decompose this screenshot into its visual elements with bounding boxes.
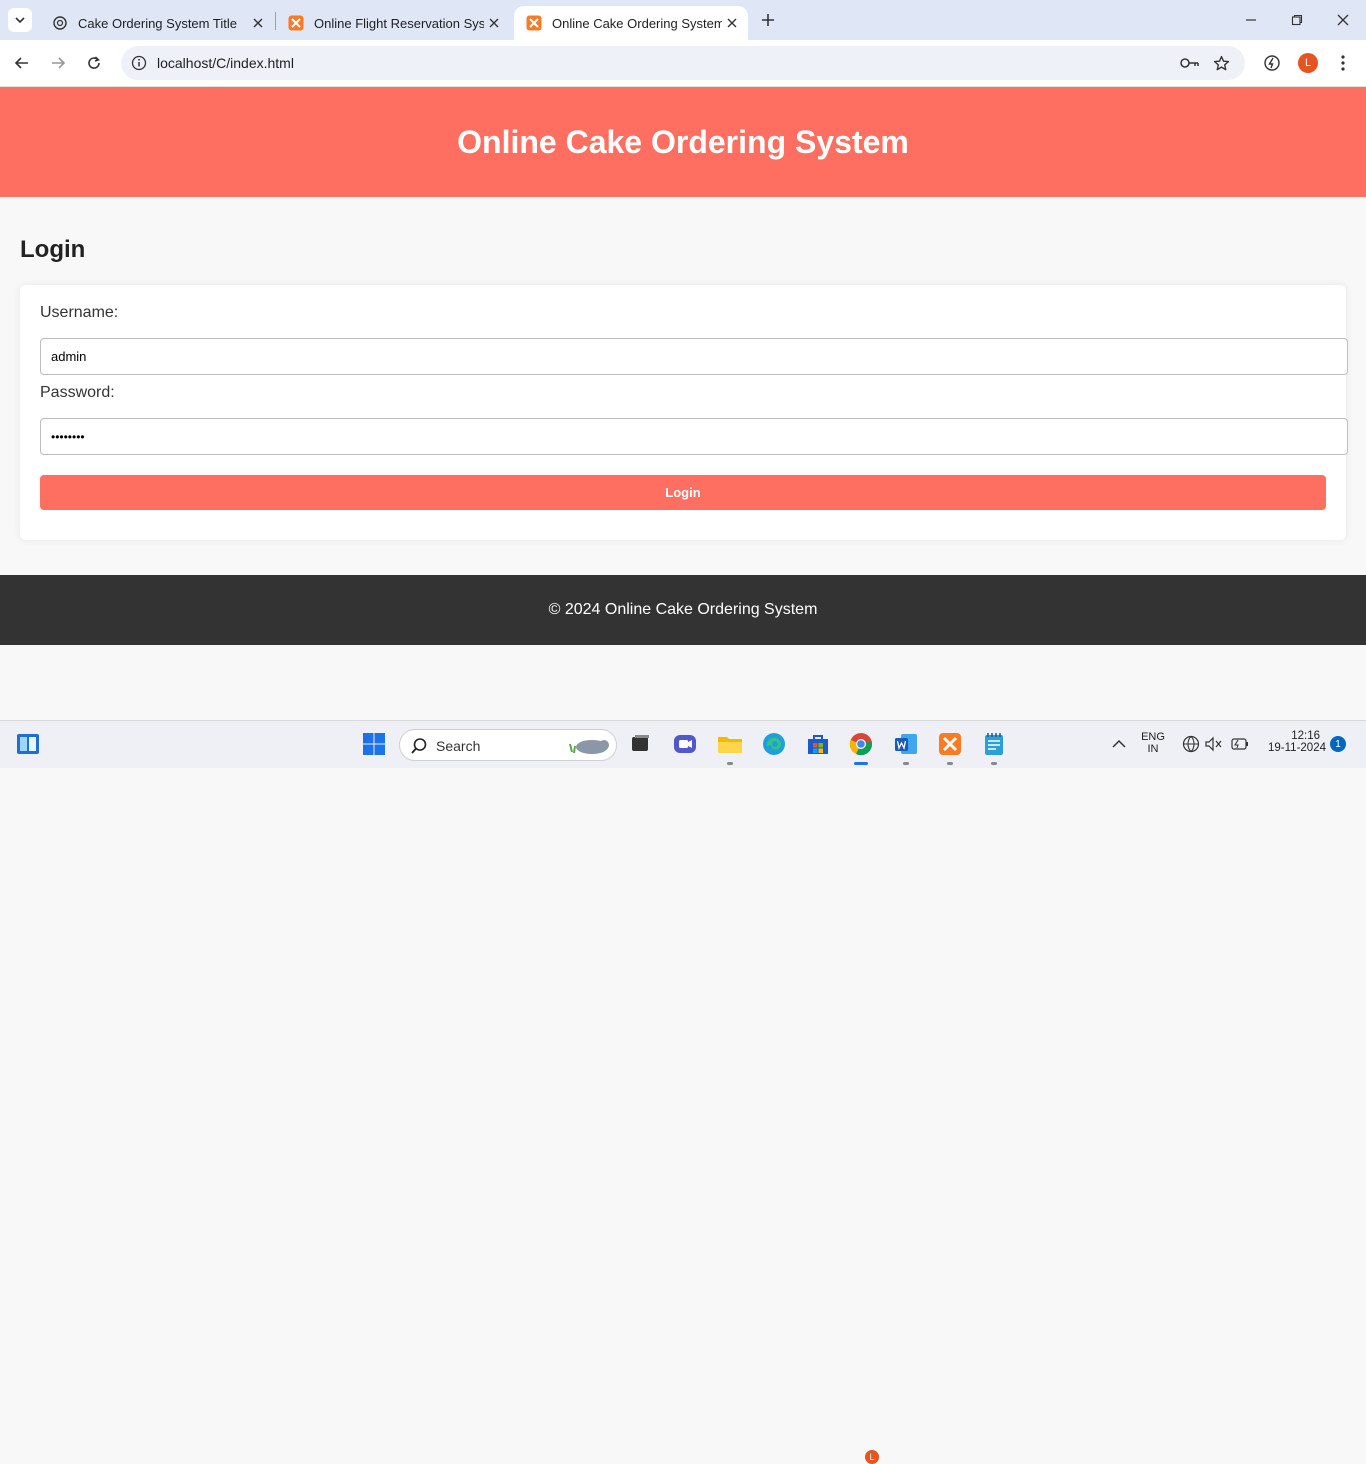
chrome-profile-badge: L <box>865 1450 879 1464</box>
password-label: Password: <box>40 384 115 401</box>
windows-start-icon[interactable] <box>361 731 387 757</box>
teams-meet-icon[interactable] <box>672 731 698 757</box>
performance-icon[interactable] <box>1260 51 1284 75</box>
region-code: IN <box>1147 743 1159 755</box>
restore-button[interactable] <box>1285 8 1309 32</box>
clock[interactable]: 12:16 19-11-2024 <box>1256 730 1326 754</box>
search-icon <box>411 738 427 754</box>
kebab-menu-icon[interactable] <box>1331 51 1355 75</box>
address-bar[interactable]: localhost/C/index.html <box>121 46 1245 80</box>
login-heading: Login <box>20 236 86 263</box>
site-info-icon[interactable] <box>129 53 149 73</box>
chevron-up-icon[interactable] <box>1106 731 1132 757</box>
language-code: ENG <box>1141 731 1165 743</box>
tab-cake-ordering-title[interactable]: Cake Ordering System Title <box>40 6 274 40</box>
battery-icon[interactable] <box>1226 731 1252 757</box>
taskbar: Search L ENG IN 12:16 19-11-2024 <box>0 720 1366 1464</box>
page-footer: © 2024 Online Cake Ordering System <box>0 575 1366 645</box>
close-tab-icon[interactable] <box>484 13 504 33</box>
copyright-text: © 2024 Online Cake Ordering System <box>548 601 818 618</box>
tab-label: Cake Ordering System Title <box>78 15 237 31</box>
minimize-button[interactable] <box>1239 8 1263 32</box>
new-tab-button[interactable] <box>757 9 779 31</box>
back-button[interactable] <box>10 51 34 75</box>
bookmark-star-icon[interactable] <box>1211 53 1231 73</box>
reload-icon <box>88 56 100 69</box>
xampp-icon <box>288 15 304 31</box>
xampp-icon[interactable] <box>937 731 963 757</box>
running-indicator <box>991 762 997 765</box>
forward-button[interactable] <box>46 51 70 75</box>
clock-date: 19-11-2024 <box>1268 742 1326 754</box>
restore-icon <box>1291 14 1303 26</box>
running-indicator <box>727 762 733 765</box>
arrow-left-icon <box>14 57 28 69</box>
widgets-icon[interactable] <box>15 731 41 757</box>
microsoft-store-icon[interactable] <box>805 731 831 757</box>
file-explorer-icon[interactable] <box>717 731 743 757</box>
notepad-icon[interactable] <box>981 731 1007 757</box>
running-indicator <box>903 762 909 765</box>
login-button[interactable]: Login <box>40 475 1326 510</box>
page-header: Online Cake Ordering System <box>0 87 1366 197</box>
tab-search-button[interactable] <box>8 8 32 32</box>
reload-button[interactable] <box>82 51 106 75</box>
close-tab-icon[interactable] <box>248 13 268 33</box>
username-input[interactable] <box>40 338 1348 375</box>
page-title: Online Cake Ordering System <box>457 123 909 160</box>
close-tab-icon[interactable] <box>722 13 742 33</box>
url-text[interactable]: localhost/C/index.html <box>157 55 294 71</box>
tab-label: Online Cake Ordering System <box>552 15 722 31</box>
tab-online-cake-ordering[interactable]: Online Cake Ordering System <box>514 6 748 40</box>
close-icon <box>1337 14 1349 26</box>
plus-icon <box>762 14 774 26</box>
close-window-button[interactable] <box>1331 8 1355 32</box>
task-view-icon[interactable] <box>627 731 653 757</box>
manatee-illustration-icon <box>569 740 609 754</box>
minimize-icon <box>1246 19 1256 21</box>
taskbar-search[interactable]: Search <box>399 729 617 761</box>
profile-avatar[interactable]: L <box>1298 53 1318 73</box>
running-indicator <box>947 762 953 765</box>
active-app-indicator <box>854 762 868 765</box>
password-key-icon[interactable] <box>1179 53 1201 73</box>
password-input[interactable]: •••••••• <box>40 418 1348 455</box>
xampp-icon <box>526 15 542 31</box>
username-label: Username: <box>40 304 119 321</box>
tab-flight-reservation[interactable]: Online Flight Reservation System <box>276 6 510 40</box>
edge-browser-icon[interactable] <box>761 731 787 757</box>
chrome-icon[interactable] <box>848 731 874 757</box>
word-icon[interactable] <box>893 731 919 757</box>
chevron-down-icon <box>15 17 25 24</box>
arrow-right-icon <box>52 57 66 69</box>
volume-muted-icon[interactable] <box>1201 731 1227 757</box>
browser-toolbar: localhost/C/index.html <box>0 40 1366 87</box>
clock-time: 12:16 <box>1291 730 1320 742</box>
openai-icon <box>53 16 67 30</box>
login-form: Username: Password: •••••••• Login <box>20 285 1348 540</box>
browser-tab-bar: Cake Ordering System Title Online Flight… <box>0 0 1366 40</box>
language-indicator[interactable]: ENG IN <box>1136 731 1170 755</box>
tab-label: Online Flight Reservation System <box>314 15 484 31</box>
notification-badge[interactable]: 1 <box>1330 736 1346 752</box>
search-placeholder: Search <box>436 738 481 754</box>
